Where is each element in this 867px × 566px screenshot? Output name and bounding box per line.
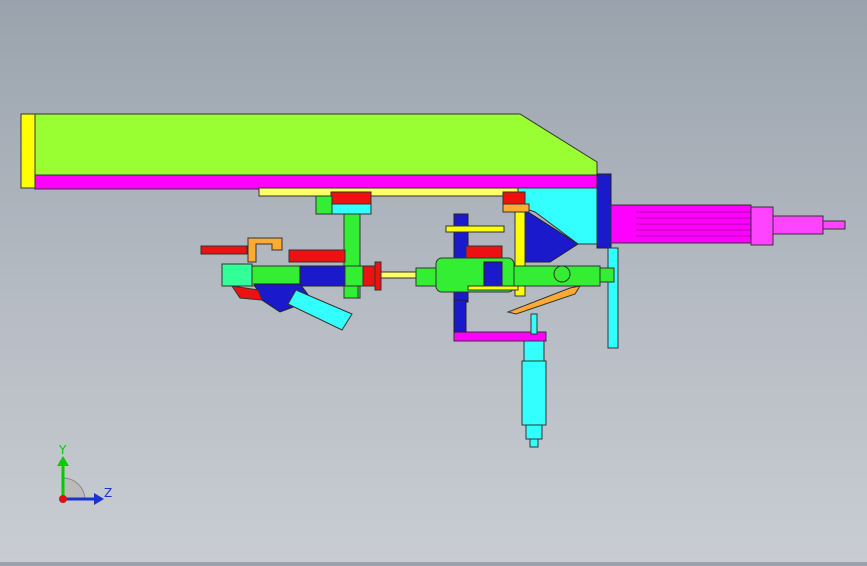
- coordinate-triad: Y Z: [57, 443, 112, 505]
- orange-clamp: [247, 237, 283, 263]
- cylinder-rod: [530, 313, 538, 335]
- cyan-nozzle: [287, 289, 353, 331]
- beam-base-plate: [34, 174, 599, 190]
- carriage-block-right: [502, 191, 526, 205]
- red-collar: [362, 265, 376, 287]
- motor-shaft: [772, 215, 824, 235]
- green-foot: [343, 285, 359, 299]
- red-flange: [374, 261, 382, 291]
- beam-body: [34, 113, 598, 176]
- motor-end-cap: [750, 206, 774, 246]
- carriage-shim: [502, 203, 530, 213]
- blue-upright-lower: [453, 299, 467, 333]
- green-body: [251, 265, 303, 287]
- yellow-link: [467, 285, 519, 291]
- motor-mount-plate: [596, 173, 612, 249]
- beam-end-cap: [20, 113, 36, 189]
- red-pad: [465, 245, 503, 259]
- carriage-plate: [330, 203, 372, 215]
- triad-origin: [59, 495, 67, 503]
- red-rod: [200, 245, 248, 255]
- coupler: [415, 267, 437, 287]
- green-collar: [344, 265, 364, 287]
- z-axis-label: Z: [104, 486, 112, 500]
- carriage-block: [330, 191, 372, 205]
- cylinder-barrel: [521, 360, 547, 426]
- cylinder-head: [523, 340, 545, 362]
- green-cylinder: [221, 263, 253, 287]
- triad-quarter-disc: [62, 477, 86, 500]
- support-post[interactable]: [607, 247, 619, 349]
- main-beam[interactable]: [20, 113, 600, 197]
- actuator-end: [599, 267, 615, 283]
- red-bar: [288, 249, 346, 263]
- cylinder-end: [525, 424, 543, 440]
- actuator-pivot: [553, 265, 571, 283]
- blue-body: [299, 265, 349, 287]
- motor-shaft-tip: [822, 220, 846, 230]
- servo-motor[interactable]: [596, 173, 846, 249]
- y-axis-label: Y: [58, 443, 67, 457]
- cad-viewport[interactable]: Y Z: [0, 0, 867, 562]
- yellow-bar-top: [445, 225, 505, 233]
- y-arrow-icon: [57, 456, 69, 466]
- carriage-ear: [315, 195, 333, 215]
- cylinder-tip: [529, 438, 539, 448]
- assembly-drawing[interactable]: Y Z: [0, 0, 867, 562]
- z-arrow-icon: [94, 493, 104, 505]
